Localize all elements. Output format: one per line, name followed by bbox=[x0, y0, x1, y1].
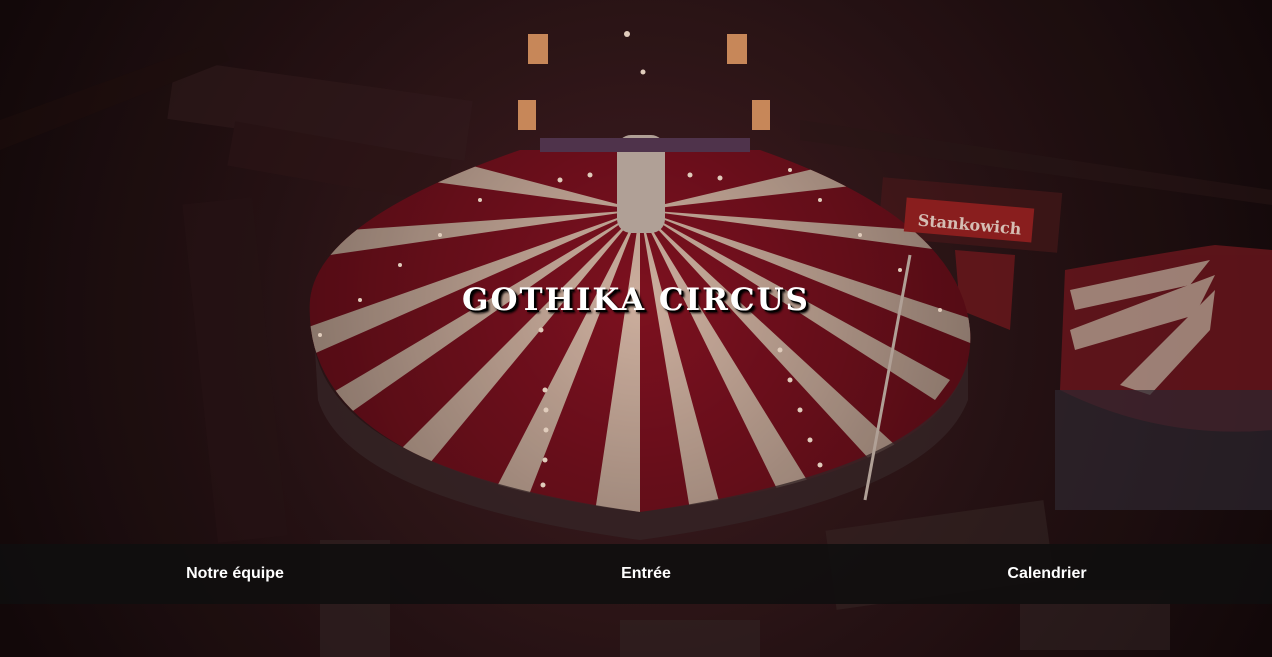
main-navigation: Notre équipe Entrée Calendrier bbox=[0, 544, 1272, 604]
page-title: GOTHIKA CIRCUS bbox=[462, 282, 810, 318]
nav-link-entree[interactable]: Entrée bbox=[470, 565, 822, 583]
nav-link-notre-equipe[interactable]: Notre équipe bbox=[0, 565, 470, 583]
nav-link-calendrier[interactable]: Calendrier bbox=[822, 565, 1272, 583]
